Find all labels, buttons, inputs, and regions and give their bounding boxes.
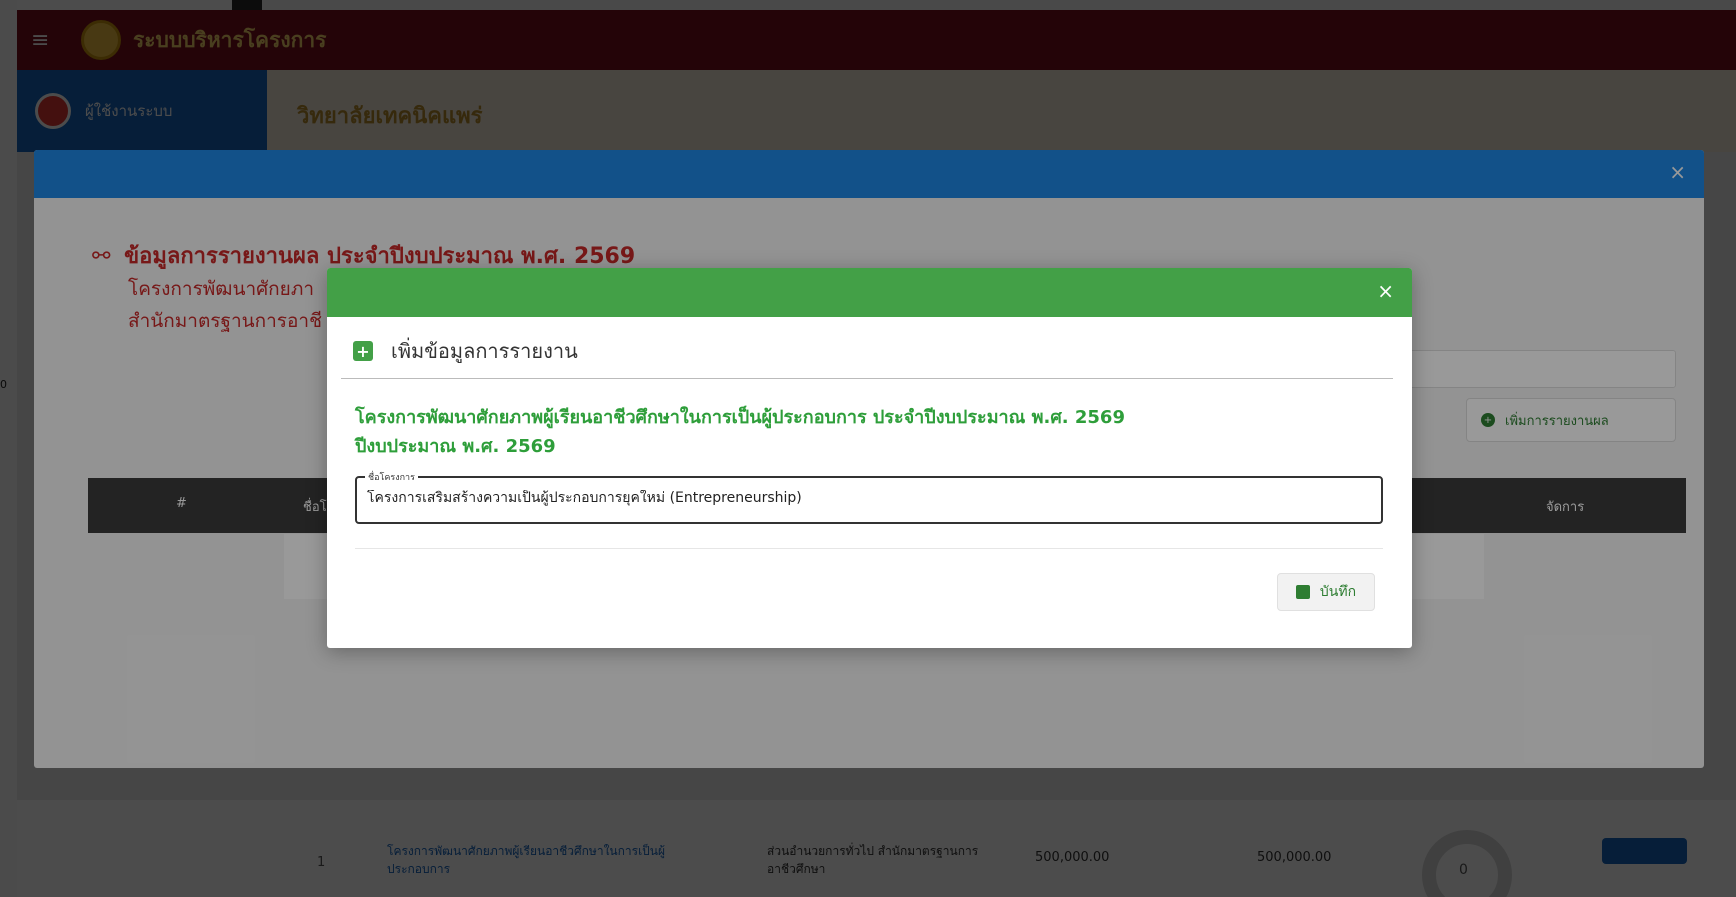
project-name-input[interactable] <box>367 490 1367 506</box>
project-name-field: ชื่อโครงการ <box>355 470 1383 524</box>
save-button[interactable]: บันทึก <box>1277 573 1375 611</box>
add-report-modal: × + เพิ่มข้อมูลการรายงาน โครงการพัฒนาศัก… <box>327 268 1412 648</box>
project-heading: โครงการพัฒนาศักยภาพผู้เรียนอาชีวศึกษาในก… <box>355 407 1125 428</box>
calendar-plus-icon: + <box>353 341 373 361</box>
divider <box>341 378 1393 379</box>
add-report-modal-title: เพิ่มข้อมูลการรายงาน <box>391 339 578 363</box>
floppy-disk-icon <box>1295 585 1310 599</box>
divider <box>355 548 1383 549</box>
close-icon[interactable]: × <box>1377 281 1394 301</box>
budget-year: ปีงบประมาณ พ.ศ. 2569 <box>355 436 556 457</box>
save-button-label: บันทึก <box>1319 584 1357 600</box>
add-report-modal-header: × <box>327 268 1412 317</box>
add-report-modal-title-row: + เพิ่มข้อมูลการรายงาน <box>353 335 578 367</box>
project-name-label: ชื่อโครงการ <box>365 470 418 484</box>
